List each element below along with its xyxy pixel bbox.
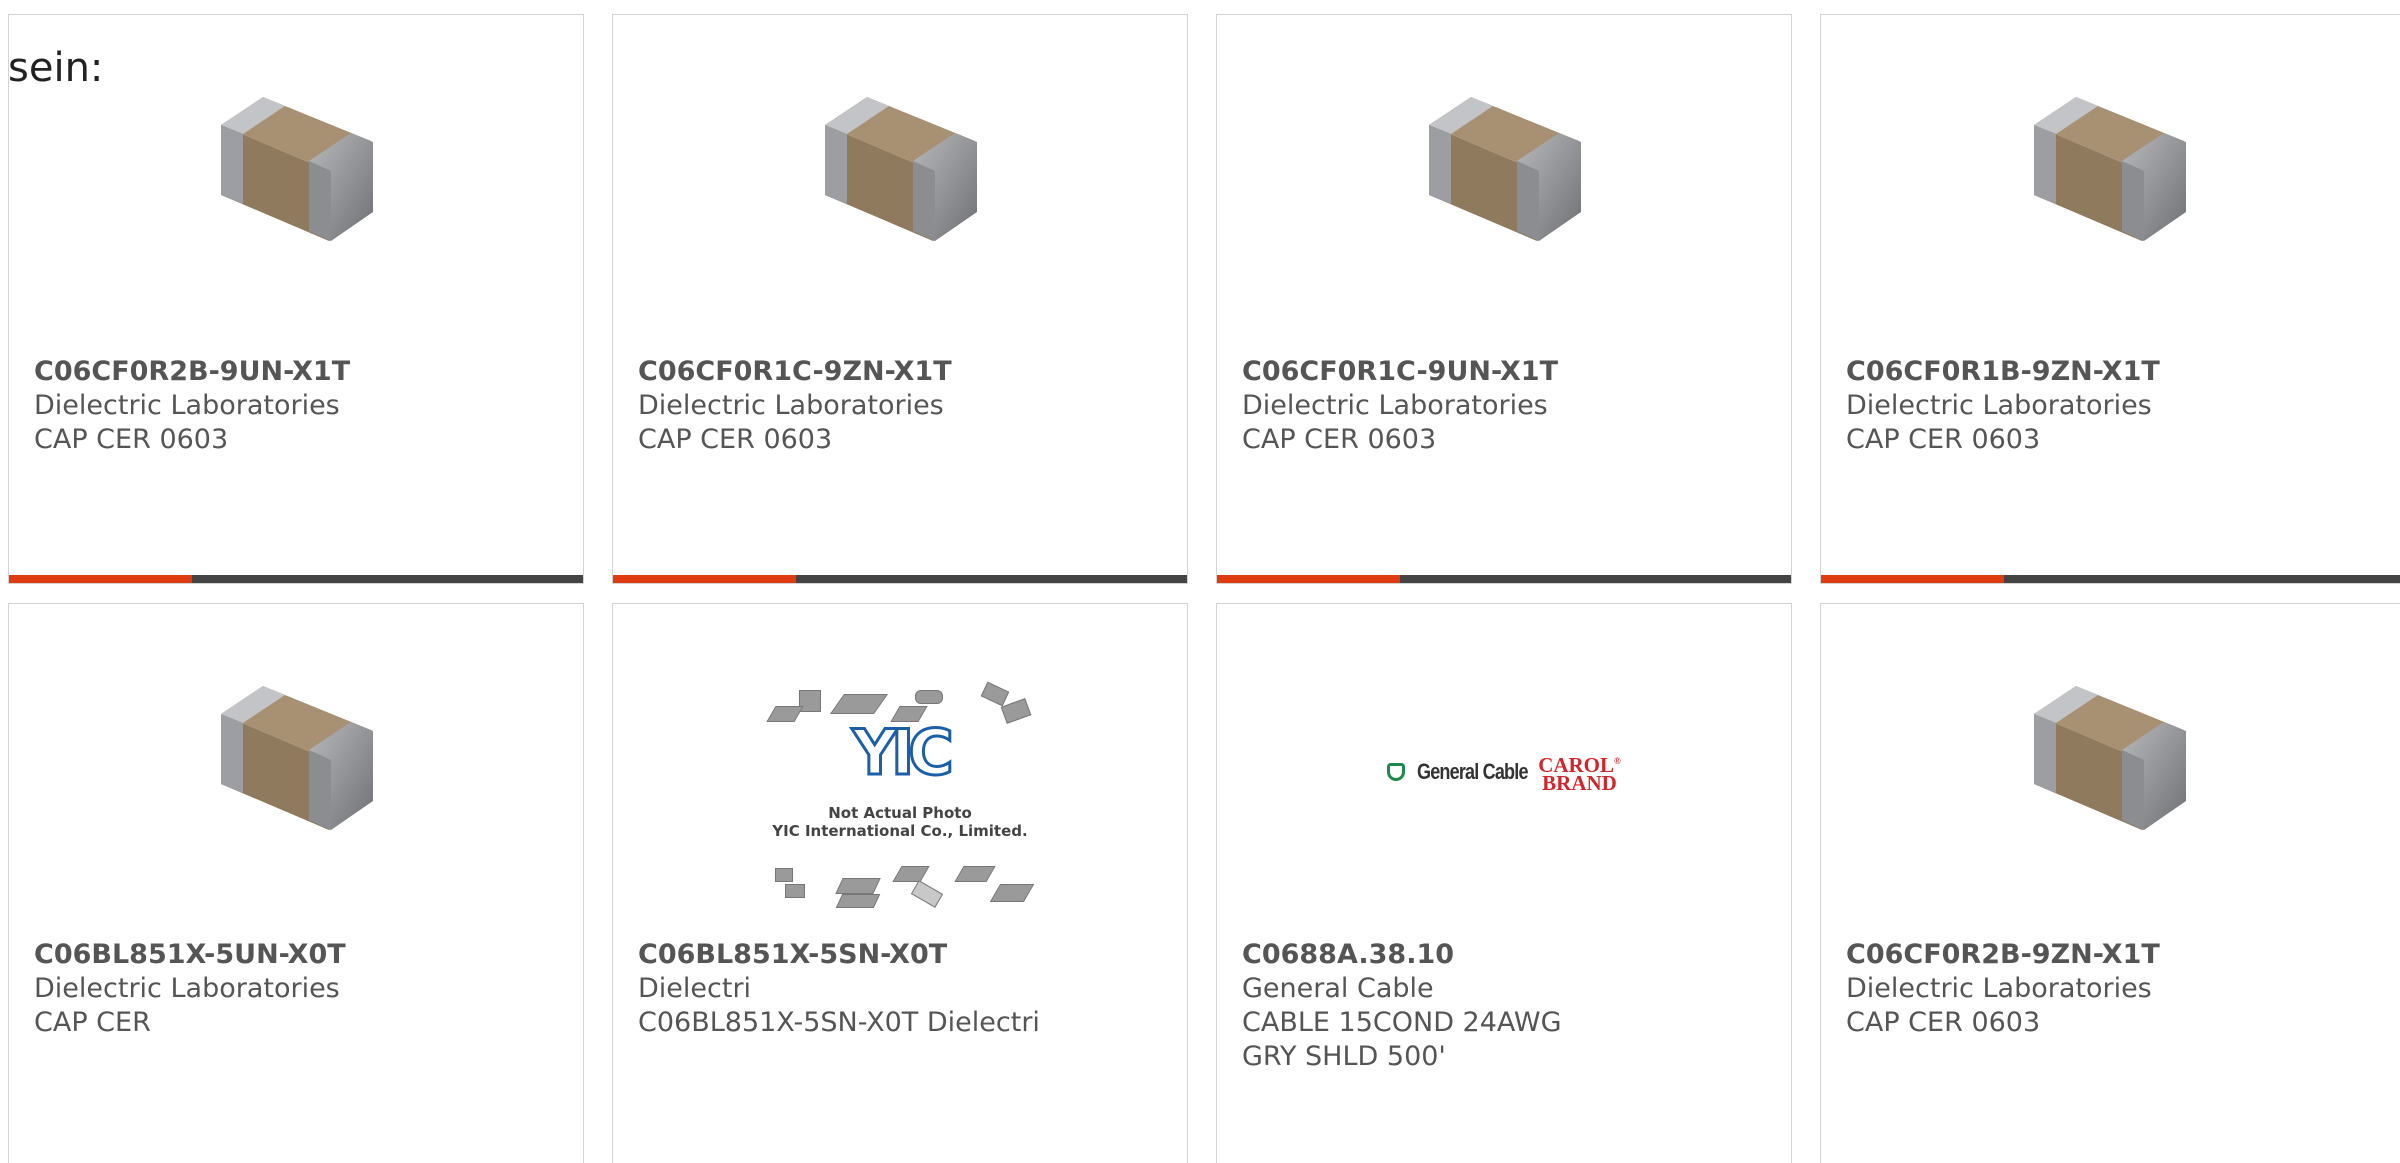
yic-placeholder-image: YIC Not Actual Photo YIC International C… bbox=[765, 672, 1035, 912]
product-image[interactable] bbox=[9, 83, 583, 283]
chip-shape bbox=[989, 884, 1035, 902]
manufacturer: Dielectri bbox=[638, 973, 752, 1004]
product-image[interactable]: YIC Not Actual Photo YIC International C… bbox=[613, 681, 1187, 908]
description: CAP CER 0603 bbox=[1242, 424, 1437, 455]
accent-segment bbox=[9, 575, 192, 583]
capacitor-image bbox=[2033, 97, 2186, 241]
description: CAP CER 0603 bbox=[638, 424, 833, 455]
shield-icon bbox=[1387, 763, 1406, 781]
product-info: C06CF0R1C-9UN-X1T Dielectric Laboratorie… bbox=[1242, 355, 1771, 457]
capacitor-image bbox=[221, 97, 373, 241]
part-number[interactable]: C06CF0R1C-9UN-X1T bbox=[1242, 355, 1771, 389]
manufacturer: Dielectric Laboratories bbox=[34, 973, 340, 1004]
capacitor-image bbox=[1429, 97, 1581, 241]
lead-text: sein: bbox=[8, 45, 104, 91]
yic-note-line2: YIC International Co., Limited. bbox=[772, 822, 1028, 840]
product-image[interactable] bbox=[9, 672, 583, 872]
card-accent-bar bbox=[613, 575, 1187, 583]
manufacturer: Dielectric Laboratories bbox=[1242, 390, 1548, 421]
chip-shape bbox=[892, 866, 930, 882]
registered-mark: ® bbox=[1614, 756, 1621, 766]
product-card[interactable]: C06CF0R1C-9UN-X1T Dielectric Laboratorie… bbox=[1216, 14, 1792, 584]
capacitor-image bbox=[825, 97, 977, 241]
chip-shape bbox=[835, 894, 881, 908]
product-image[interactable] bbox=[1821, 672, 2396, 872]
product-card[interactable]: C06CF0R2B-9UN-X1T Dielectric Laboratorie… bbox=[8, 14, 584, 584]
chip-shape bbox=[775, 868, 793, 882]
part-number[interactable]: C06CF0R1B-9ZN-X1T bbox=[1846, 355, 2390, 389]
chip-shape bbox=[785, 884, 805, 898]
manufacturer: General Cable bbox=[1242, 973, 1434, 1004]
card-accent-bar bbox=[9, 575, 583, 583]
product-card[interactable]: YIC Not Actual Photo YIC International C… bbox=[612, 603, 1188, 1163]
description: CAP CER 0603 bbox=[1846, 1007, 2041, 1038]
accent-segment bbox=[613, 575, 796, 583]
description: CAP CER 0603 bbox=[1846, 424, 2041, 455]
part-number[interactable]: C0688A.38.10 bbox=[1242, 938, 1771, 972]
product-card[interactable]: C06CF0R1B-9ZN-X1T Dielectric Laboratorie… bbox=[1820, 14, 2400, 584]
product-info: C06CF0R2B-9UN-X1T Dielectric Laboratorie… bbox=[34, 355, 563, 457]
chip-shape bbox=[915, 690, 943, 704]
product-image[interactable]: General Cable CAROL® BRAND bbox=[1217, 672, 1791, 872]
accent-segment bbox=[1217, 575, 1400, 583]
manufacturer: Dielectric Laboratories bbox=[1846, 973, 2152, 1004]
capacitor-image bbox=[221, 686, 373, 830]
product-grid-page: C06CF0R2B-9UN-X1T Dielectric Laboratorie… bbox=[0, 0, 2400, 1163]
part-number[interactable]: C06CF0R1C-9ZN-X1T bbox=[638, 355, 1167, 389]
chip-shape bbox=[799, 690, 821, 712]
manufacturer: Dielectric Laboratories bbox=[638, 390, 944, 421]
chip-shape bbox=[980, 681, 1010, 707]
product-info: C0688A.38.10 General Cable CABLE 15COND … bbox=[1242, 938, 1771, 1074]
part-number[interactable]: C06BL851X-5UN-X0T bbox=[34, 938, 563, 972]
description: CAP CER 0603 bbox=[34, 424, 229, 455]
product-image[interactable] bbox=[1821, 83, 2396, 283]
part-number[interactable]: C06CF0R2B-9ZN-X1T bbox=[1846, 938, 2390, 972]
product-image[interactable] bbox=[1217, 83, 1791, 283]
product-card[interactable]: General Cable CAROL® BRAND C0688A.38.10 … bbox=[1216, 603, 1792, 1163]
card-accent-bar bbox=[1217, 575, 1791, 583]
part-number[interactable]: C06CF0R2B-9UN-X1T bbox=[34, 355, 563, 389]
description: CAP CER bbox=[34, 1007, 151, 1038]
description: C06BL851X-5SN-X0T Dielectri bbox=[638, 1007, 1040, 1038]
product-info: C06BL851X-5SN-X0T Dielectri C06BL851X-5S… bbox=[638, 938, 1167, 1040]
yic-logo: YIC bbox=[851, 716, 955, 789]
manufacturer: Dielectric Laboratories bbox=[1846, 390, 2152, 421]
manufacturer: Dielectric Laboratories bbox=[34, 390, 340, 421]
product-card[interactable]: C06CF0R2B-9ZN-X1T Dielectric Laboratorie… bbox=[1820, 603, 2400, 1163]
product-card[interactable]: C06BL851X-5UN-X0T Dielectric Laboratorie… bbox=[8, 603, 584, 1163]
chip-shape bbox=[954, 866, 996, 882]
product-info: C06BL851X-5UN-X0T Dielectric Laboratorie… bbox=[34, 938, 563, 1040]
yic-note-line1: Not Actual Photo bbox=[828, 804, 972, 822]
part-number[interactable]: C06BL851X-5SN-X0T bbox=[638, 938, 1167, 972]
accent-segment bbox=[1821, 575, 2004, 583]
product-card[interactable]: C06CF0R1C-9ZN-X1T Dielectric Laboratorie… bbox=[612, 14, 1188, 584]
chip-shape bbox=[910, 880, 944, 908]
brand-wordmark: BRAND bbox=[1542, 771, 1617, 795]
carol-brand-logo: CAROL® BRAND bbox=[1538, 752, 1621, 795]
general-cable-logo: General Cable CAROL® BRAND bbox=[1387, 752, 1621, 795]
card-accent-bar bbox=[1821, 575, 2400, 583]
product-image[interactable] bbox=[613, 83, 1187, 283]
product-info: C06CF0R1C-9ZN-X1T Dielectric Laboratorie… bbox=[638, 355, 1167, 457]
brand-name: General Cable bbox=[1417, 759, 1528, 784]
product-info: C06CF0R2B-9ZN-X1T Dielectric Laboratorie… bbox=[1846, 938, 2390, 1040]
chip-shape bbox=[835, 878, 881, 894]
capacitor-image bbox=[2033, 686, 2186, 830]
product-info: C06CF0R1B-9ZN-X1T Dielectric Laboratorie… bbox=[1846, 355, 2390, 457]
chip-shape bbox=[829, 694, 889, 714]
description: CABLE 15COND 24AWG GRY SHLD 500' bbox=[1242, 1007, 1562, 1072]
